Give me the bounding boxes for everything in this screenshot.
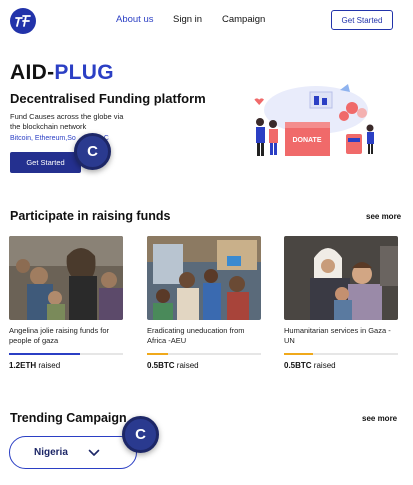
campaign-progress-bar xyxy=(284,353,398,355)
nav-campaign[interactable]: Campaign xyxy=(222,14,265,25)
campaign-raised-amount: 1.2ETH xyxy=(9,361,37,370)
campaign-progress-fill xyxy=(147,353,168,355)
brand-title-part2: PLUG xyxy=(54,61,114,84)
donation-illustration: DONATE xyxy=(240,78,382,162)
campaign-progress-bar xyxy=(147,353,261,355)
cursor-avatar: C xyxy=(74,133,111,170)
campaign-card[interactable]: Humanitarian services in Gaza -UN 0.5BTC… xyxy=(284,236,398,370)
header-get-started-button[interactable]: Get Started xyxy=(331,10,393,30)
hero-get-started-button[interactable]: Get Started xyxy=(10,152,81,173)
cursor-letter: C xyxy=(135,426,146,443)
campaign-raised: 0.5BTC raised xyxy=(284,361,398,370)
campaign-caption: Eradicating uneducation from Africa -AEU xyxy=(147,326,245,345)
brand-title: AID-PLUG xyxy=(10,61,114,85)
campaign-progress-fill xyxy=(9,353,80,355)
campaign-progress-bar xyxy=(9,353,123,355)
campaign-card[interactable]: Angelina jolie raising funds for people … xyxy=(9,236,123,370)
hero-tagline: Decentralised Funding platform xyxy=(10,91,206,106)
campaign-raised-word: raised xyxy=(176,361,199,370)
campaign-card[interactable]: Eradicating uneducation from Africa -AEU… xyxy=(147,236,261,370)
campaign-image xyxy=(9,236,123,320)
country-dropdown[interactable]: Nigeria xyxy=(9,436,137,469)
trending-section-title: Trending Campaign xyxy=(10,411,127,425)
raising-section-title: Participate in raising funds xyxy=(10,209,171,223)
nav-sign-in[interactable]: Sign in xyxy=(173,14,202,25)
chevron-down-icon xyxy=(88,449,100,456)
donate-label: DONATE xyxy=(292,137,321,144)
campaign-raised: 0.5BTC raised xyxy=(147,361,261,370)
raising-see-more-link[interactable]: see more xyxy=(366,212,401,221)
country-dropdown-value: Nigeria xyxy=(34,447,68,458)
hero-chains-text: Bitcoin, Ethereum,So xyxy=(10,135,76,142)
campaign-raised-word: raised xyxy=(313,361,336,370)
campaign-caption: Angelina jolie raising funds for people … xyxy=(9,326,110,345)
campaign-caption: Humanitarian services in Gaza -UN xyxy=(284,326,391,345)
logo-icon[interactable] xyxy=(10,8,36,34)
campaign-raised-word: raised xyxy=(38,361,61,370)
campaign-raised-amount: 0.5BTC xyxy=(284,361,312,370)
cursor-letter: C xyxy=(87,143,98,160)
campaign-image xyxy=(147,236,261,320)
campaign-raised-amount: 0.5BTC xyxy=(147,361,175,370)
hero-description: Fund Causes across the globe via the blo… xyxy=(10,112,124,131)
campaign-image xyxy=(284,236,398,320)
brand-title-part1: AID- xyxy=(10,61,55,84)
cursor-avatar: C xyxy=(122,416,159,453)
campaign-raised: 1.2ETH raised xyxy=(9,361,123,370)
campaign-progress-fill xyxy=(284,353,313,355)
trending-see-more-link[interactable]: see more xyxy=(362,414,397,423)
nav-about-us[interactable]: About us xyxy=(116,14,154,25)
